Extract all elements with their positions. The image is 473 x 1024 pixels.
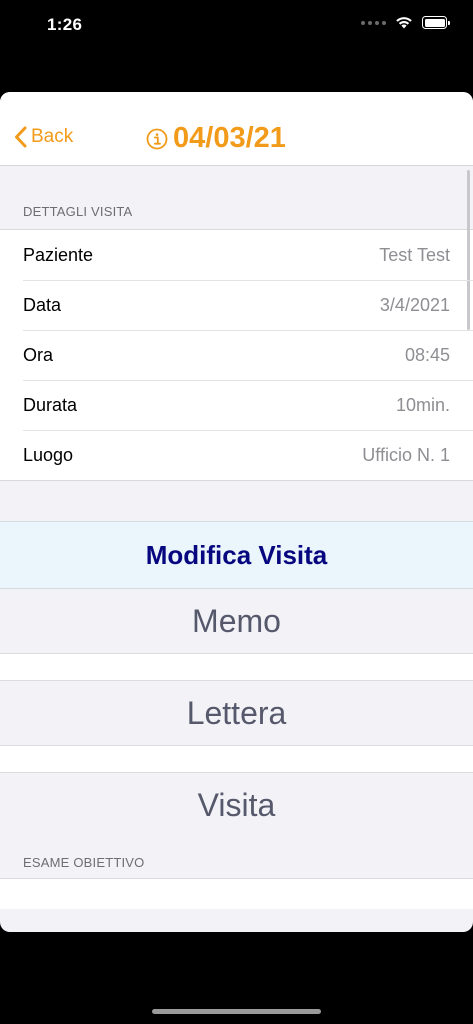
memo-cell-strip <box>0 653 473 681</box>
navigation-bar: Back 04/03/21 <box>0 92 473 166</box>
exam-list-cell[interactable] <box>0 878 473 909</box>
status-icons <box>361 16 450 29</box>
detail-row-time: Ora 08:45 <box>0 330 473 380</box>
status-bar: 1:26 <box>0 0 473 50</box>
section-header-exam: ESAME OBIETTIVO <box>23 855 145 870</box>
row-value: 08:45 <box>404 344 450 365</box>
row-label: Paziente <box>23 244 94 265</box>
row-value: Ufficio N. 1 <box>362 444 450 465</box>
detail-row-date: Data 3/4/2021 <box>0 280 473 330</box>
row-value: Test Test <box>379 244 450 265</box>
back-button[interactable]: Back <box>14 126 73 148</box>
row-label: Luogo <box>23 444 74 465</box>
modal-sheet: Back 04/03/21 DETTAGLI VISITA Paziente T… <box>0 92 473 932</box>
page-title-text: 04/03/21 <box>173 122 286 154</box>
detail-row-patient: Paziente Test Test <box>0 230 473 280</box>
letter-button[interactable]: Lettera <box>0 681 473 745</box>
letter-cell-strip <box>0 745 473 773</box>
status-time: 1:26 <box>47 15 83 34</box>
section-header-details: DETTAGLI VISITA <box>23 204 133 219</box>
edit-visit-button[interactable]: Modifica Visita <box>0 521 473 589</box>
back-label: Back <box>31 126 74 147</box>
detail-row-duration: Durata 10min. <box>0 380 473 430</box>
row-label: Ora <box>23 344 54 365</box>
home-indicator[interactable] <box>152 1009 321 1014</box>
row-value: 3/4/2021 <box>379 294 450 315</box>
chevron-left-icon <box>15 126 27 148</box>
details-list: Paziente Test Test Data 3/4/2021 Ora 08:… <box>0 229 473 481</box>
wifi-icon <box>396 17 412 29</box>
cellular-signal-icon <box>361 20 386 25</box>
detail-row-location: Luogo Ufficio N. 1 <box>0 430 473 480</box>
info-icon[interactable] <box>146 128 168 150</box>
page-title: 04/03/21 <box>146 122 286 155</box>
row-label: Data <box>23 294 62 315</box>
visit-button[interactable]: Visita <box>0 773 473 837</box>
memo-button[interactable]: Memo <box>0 589 473 653</box>
row-value: 10min. <box>395 394 450 415</box>
row-label: Durata <box>23 394 78 415</box>
battery-icon <box>422 16 450 29</box>
